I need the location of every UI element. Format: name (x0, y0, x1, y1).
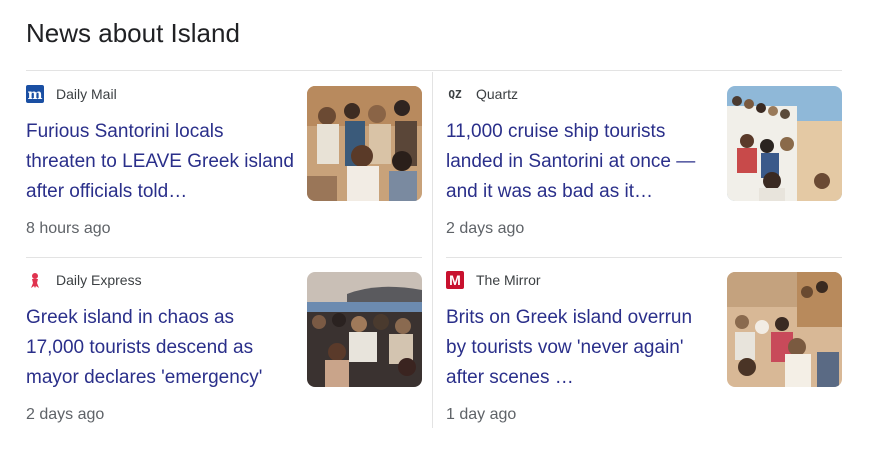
news-source: QZ Quartz (446, 84, 518, 104)
news-source: Daily Express (26, 270, 142, 290)
news-card-daily-mail[interactable]: m Daily Mail Furious Santorini locals th… (26, 72, 422, 242)
source-name: The Mirror (476, 272, 541, 288)
source-name: Daily Express (56, 272, 142, 288)
news-thumbnail[interactable] (727, 272, 842, 387)
news-thumbnail[interactable] (727, 86, 842, 201)
source-name: Daily Mail (56, 86, 117, 102)
source-name: Quartz (476, 86, 519, 102)
daily-mail-logo-icon: m (26, 85, 44, 103)
news-timestamp: 2 days ago (26, 406, 105, 423)
news-headline[interactable]: Brits on Greek island overrun by tourist… (446, 303, 716, 393)
news-headline[interactable]: 11,000 cruise ship tourists landed in Sa… (446, 117, 716, 207)
section-heading: News about Island (26, 18, 240, 48)
news-timestamp: 8 hours ago (26, 220, 111, 237)
news-timestamp: 1 day ago (446, 406, 517, 423)
news-thumbnail[interactable] (307, 86, 422, 201)
quartz-logo-icon: QZ (448, 87, 462, 101)
news-card-the-mirror[interactable]: M The Mirror Brits on Greek island overr… (446, 258, 842, 428)
daily-express-logo-icon (26, 271, 44, 289)
top-divider (26, 70, 842, 71)
news-headline[interactable]: Furious Santorini locals threaten to LEA… (26, 117, 296, 207)
news-card-quartz[interactable]: QZ Quartz 11,000 cruise ship tourists la… (446, 72, 842, 242)
svg-text:m: m (28, 87, 43, 103)
news-source: m Daily Mail (26, 84, 117, 104)
the-mirror-logo-icon: M (446, 271, 464, 289)
news-thumbnail[interactable] (307, 272, 422, 387)
news-card-daily-express[interactable]: Daily Express Greek island in chaos as 1… (26, 258, 422, 428)
news-source: M The Mirror (446, 270, 541, 290)
news-headline[interactable]: Greek island in chaos as 17,000 tourists… (26, 303, 296, 393)
news-timestamp: 2 days ago (446, 220, 525, 237)
column-divider (432, 72, 433, 428)
